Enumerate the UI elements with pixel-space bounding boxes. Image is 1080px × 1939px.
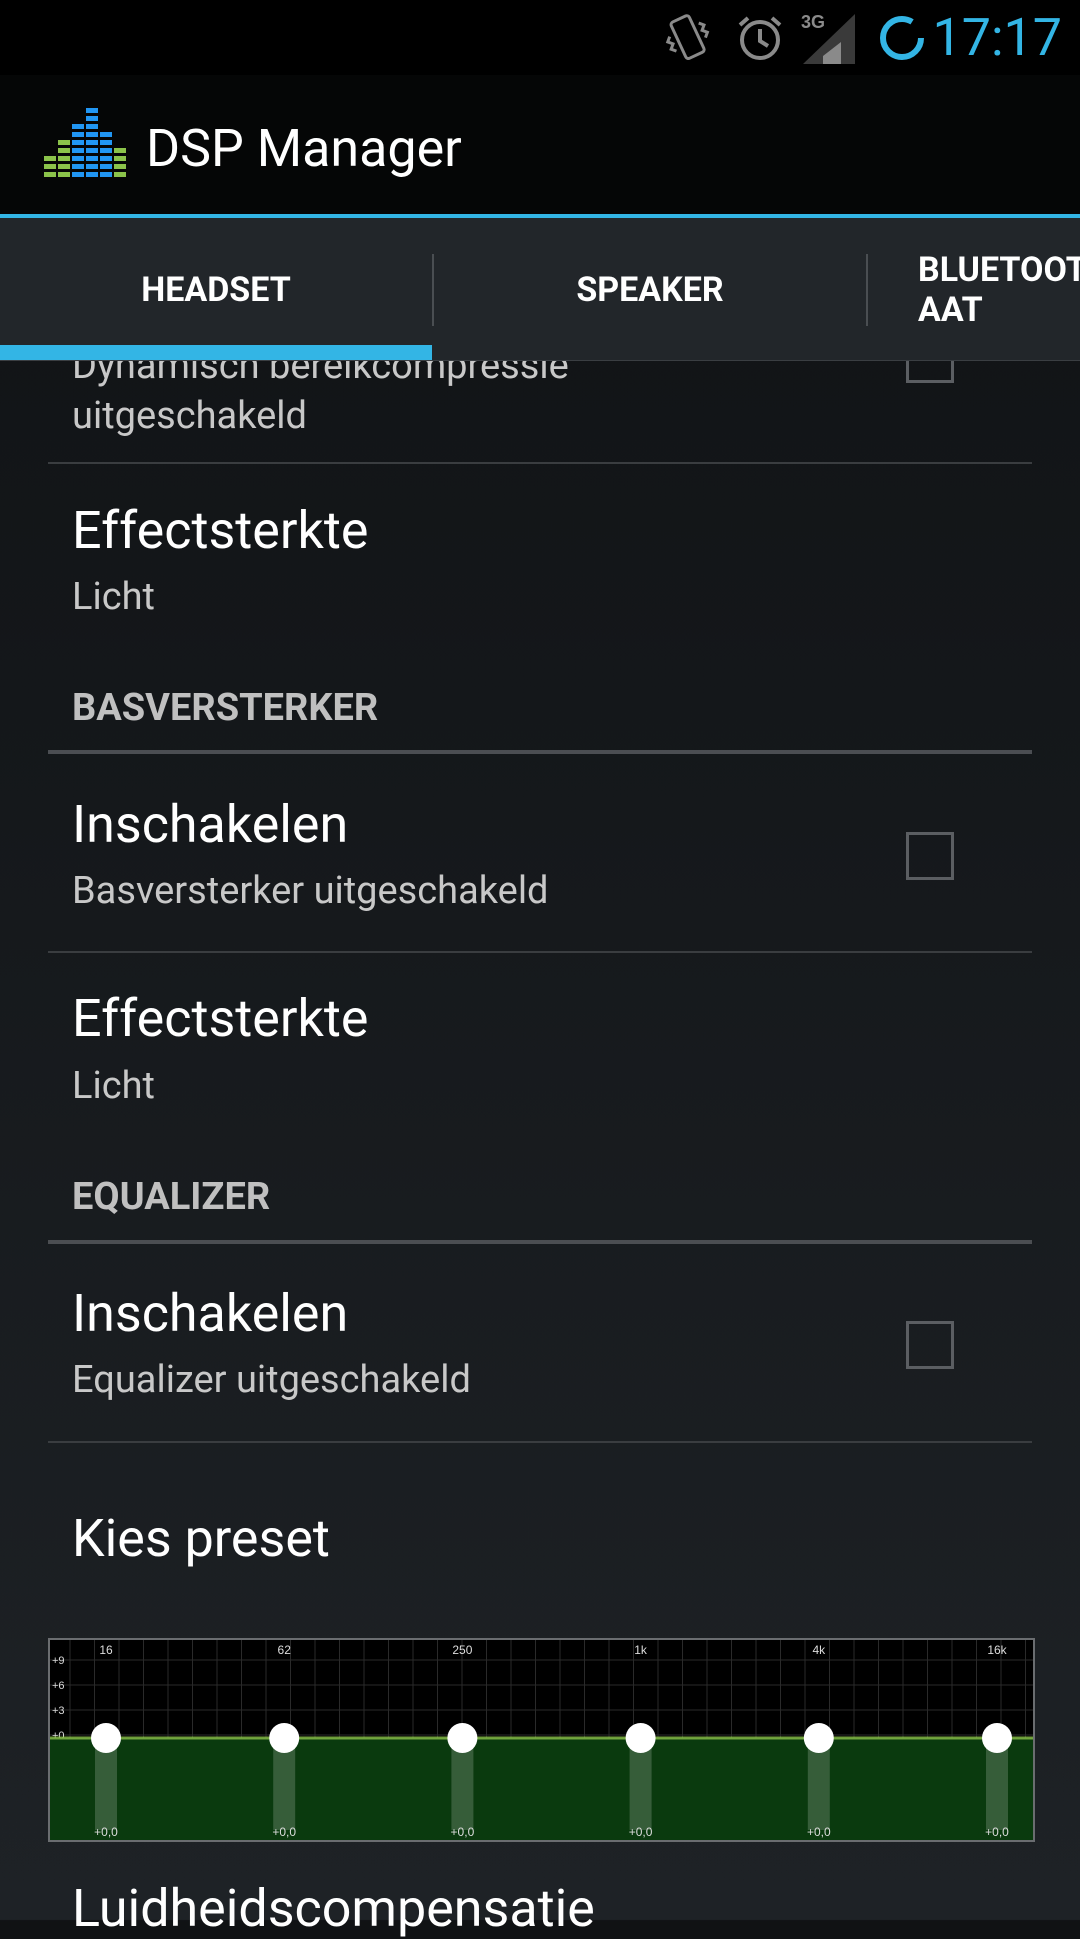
divider — [48, 951, 1032, 953]
equalizer-svg: +9+6+3+0-3-6-916+0,062+0,0250+0,01k+0,04… — [50, 1640, 1033, 1840]
bass-strength-summary: Licht — [72, 1064, 155, 1108]
band-frequency-label: 62 — [278, 1643, 292, 1657]
band-slider-knob — [625, 1723, 656, 1753]
tab-bar: HEADSET SPEAKER BLUETOOTH AAT — [0, 218, 1080, 361]
band-slider-knob — [91, 1723, 121, 1753]
db-tick-label: +3 — [52, 1705, 65, 1717]
drc-summary: uitgeschakeld — [72, 394, 307, 438]
band-frequency-label: 250 — [452, 1643, 472, 1657]
band-frequency-label: 16k — [987, 1643, 1007, 1657]
band-value-label: +0,0 — [807, 1825, 831, 1839]
tab-selected-indicator — [0, 345, 432, 361]
drc-strength-title: Effectsterkte — [72, 500, 369, 561]
band-slider-knob — [269, 1723, 300, 1753]
band-value-label: +0,0 — [272, 1825, 296, 1839]
band-value-label: +0,0 — [451, 1825, 475, 1839]
tab-bluetooth[interactable]: BLUETOOTH AAT — [918, 218, 1080, 361]
tab-speaker[interactable]: SPEAKER — [434, 218, 866, 361]
tab-bluetooth-label: BLUETOOTH AAT — [918, 249, 1080, 330]
equalizer-graph[interactable]: +9+6+3+0-3-6-916+0,062+0,0250+0,01k+0,04… — [48, 1638, 1035, 1842]
bass-enable-title: Inschakelen — [72, 794, 349, 855]
bass-enable-summary: Basversterker uitgeschakeld — [72, 869, 549, 913]
band-frequency-label: 16 — [99, 1643, 113, 1657]
eq-enable-checkbox[interactable] — [906, 1321, 954, 1369]
band-value-label: +0,0 — [629, 1825, 653, 1839]
divider — [48, 1441, 1032, 1443]
tab-divider — [866, 254, 868, 326]
divider — [48, 462, 1032, 464]
section-header-bass: BASVERSTERKER — [72, 686, 379, 730]
loudness-title[interactable]: Luidheidscompensatie — [72, 1878, 595, 1939]
db-tick-label: +6 — [52, 1680, 65, 1692]
section-divider — [48, 750, 1032, 754]
band-slider-knob — [447, 1723, 478, 1753]
tab-headset-label: HEADSET — [141, 269, 291, 310]
eq-enable-title: Inschakelen — [72, 1283, 349, 1344]
bass-enable-checkbox[interactable] — [906, 832, 954, 880]
section-divider — [48, 1240, 1032, 1244]
band-frequency-label: 1k — [634, 1643, 648, 1657]
band-slider-knob — [803, 1723, 834, 1753]
bass-strength-title: Effectsterkte — [72, 988, 369, 1049]
band-frequency-label: 4k — [812, 1643, 826, 1657]
preset-title: Kies preset — [72, 1508, 330, 1569]
tab-speaker-label: SPEAKER — [576, 269, 724, 310]
eq-enable-summary: Equalizer uitgeschakeld — [72, 1358, 471, 1402]
section-header-equalizer: EQUALIZER — [72, 1175, 271, 1219]
band-value-label: +0,0 — [94, 1825, 118, 1839]
tab-bar-bottom-line — [0, 360, 1080, 361]
db-tick-label: +9 — [52, 1655, 65, 1667]
eq-fill — [50, 1738, 1033, 1840]
drc-strength-summary: Licht — [72, 575, 155, 619]
band-value-label: +0,0 — [985, 1825, 1009, 1839]
band-slider-knob — [982, 1723, 1012, 1753]
tab-headset[interactable]: HEADSET — [0, 218, 432, 361]
